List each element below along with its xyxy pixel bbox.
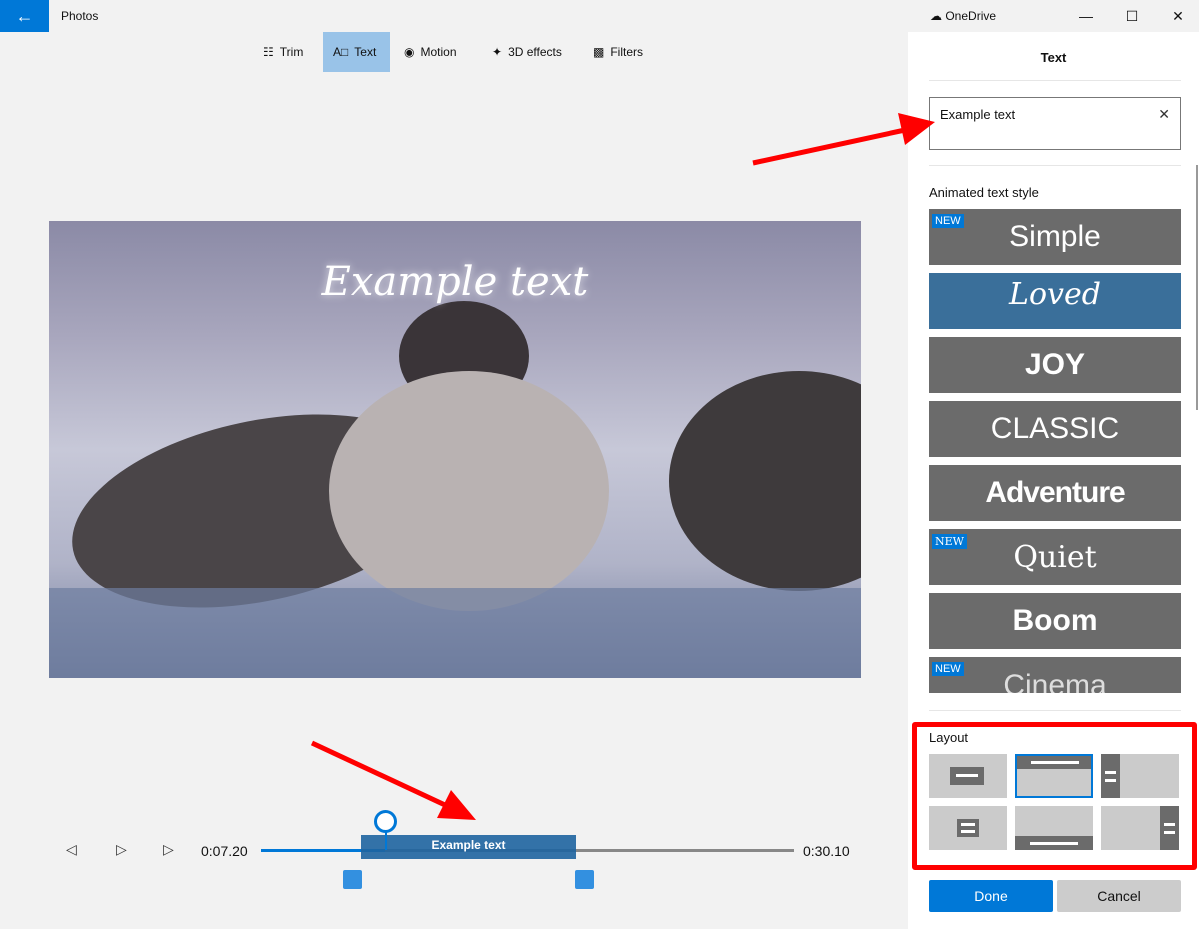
video-overlay-text: Example text (321, 259, 589, 305)
playhead-handle[interactable] (374, 810, 397, 833)
style-name: Simple (1009, 220, 1101, 253)
divider (929, 165, 1181, 166)
new-badge: NEW (932, 214, 964, 228)
current-time: 0:07.20 (201, 843, 248, 859)
style-boom[interactable]: Boom (929, 593, 1181, 649)
text-input-value: Example text (940, 107, 1016, 122)
style-name: Cinema (1003, 669, 1107, 693)
tab-label: 3D effects (508, 45, 562, 59)
clear-icon[interactable]: ✕ (1158, 106, 1170, 123)
onedrive-label: OneDrive (945, 9, 997, 23)
play-icon: ▷ (116, 841, 127, 857)
step-forward-icon: ▷ (163, 841, 174, 857)
style-name: JOY (1024, 348, 1086, 381)
style-label: Animated text style (929, 185, 1039, 200)
style-name: Boom (1012, 604, 1098, 637)
panel-scrollbar[interactable] (1196, 165, 1198, 410)
clip-end-handle[interactable] (575, 870, 594, 889)
style-cinema[interactable]: NEW Cinema (929, 657, 1181, 693)
tab-label: Text (354, 45, 377, 59)
3d-effects-icon: ✦ (492, 45, 503, 59)
tab-filters[interactable]: ▩ Filters (585, 32, 651, 72)
annotation-arrow (310, 740, 447, 808)
divider (929, 710, 1181, 711)
cancel-button[interactable]: Cancel (1057, 880, 1181, 912)
annotation-arrowhead (437, 790, 476, 820)
filters-icon: ▩ (593, 45, 605, 59)
text-icon: A□ (333, 45, 349, 59)
new-badge: NEW (932, 534, 967, 549)
tab-motion[interactable]: ◉ Motion (396, 32, 465, 72)
style-name: Quiet (1013, 539, 1097, 575)
style-loved[interactable]: Loved (929, 273, 1181, 329)
tab-label: Trim (279, 45, 304, 59)
style-simple[interactable]: NEW Simple (929, 209, 1181, 265)
style-name: Loved (1009, 277, 1101, 312)
maximize-icon: ☐ (1125, 7, 1139, 24)
cloud-icon: ☁ (930, 9, 946, 23)
style-adventure[interactable]: Adventure (929, 465, 1181, 521)
panel-title: Text (1040, 50, 1067, 65)
style-joy[interactable]: JOY (929, 337, 1181, 393)
onedrive-status[interactable]: ☁ OneDrive (930, 9, 996, 23)
next-frame-button[interactable]: ▷ (163, 841, 174, 858)
arrow-left-icon: ← (15, 5, 34, 26)
video-preview[interactable]: Example text (49, 221, 861, 678)
style-name: CLASSIC (990, 412, 1120, 445)
tab-label: Filters (610, 45, 644, 59)
style-quiet[interactable]: NEW Quiet (929, 529, 1181, 585)
new-badge: NEW (932, 662, 964, 676)
playhead-line (385, 832, 387, 850)
trim-icon: ☷ (263, 45, 274, 59)
play-button[interactable]: ▷ (116, 841, 127, 858)
clip-start-handle[interactable] (343, 870, 362, 889)
minimize-icon: — (1079, 8, 1093, 24)
app-title: Photos (61, 9, 99, 23)
annotation-arrow (752, 127, 906, 166)
tab-label: Motion (420, 45, 457, 59)
style-name: Adventure (985, 476, 1125, 509)
total-time: 0:30.10 (803, 843, 850, 859)
back-button[interactable]: ← (0, 0, 49, 32)
maximize-button[interactable]: ☐ (1109, 0, 1155, 32)
tab-trim[interactable]: ☷ Trim (255, 32, 311, 72)
style-classic[interactable]: CLASSIC (929, 401, 1181, 457)
close-button[interactable]: ✕ (1155, 0, 1199, 32)
step-back-icon: ◁ (66, 841, 77, 857)
text-clip[interactable]: Example text (361, 835, 576, 859)
motion-icon: ◉ (404, 45, 415, 59)
annotation-highlight-box (912, 722, 1197, 870)
close-icon: ✕ (1172, 7, 1184, 24)
divider (929, 80, 1181, 81)
done-button[interactable]: Done (929, 880, 1053, 912)
minimize-button[interactable]: — (1063, 0, 1109, 32)
text-input[interactable]: Example text ✕ (929, 97, 1181, 150)
tab-text[interactable]: A□ Text (323, 32, 390, 72)
previous-frame-button[interactable]: ◁ (66, 841, 77, 858)
tab-3d-effects[interactable]: ✦ 3D effects (484, 32, 570, 72)
